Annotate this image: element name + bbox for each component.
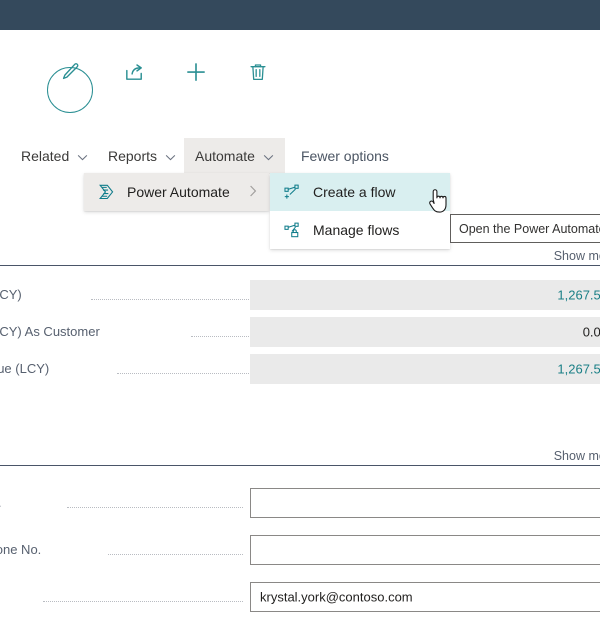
email-input[interactable]: krystal.york@contoso.com: [250, 582, 600, 612]
menu-item-related-label: Related: [21, 148, 70, 164]
fewer-options-button[interactable]: Fewer options: [301, 138, 389, 174]
tooltip-text: Open the Power Automate c: [459, 221, 600, 236]
field-value[interactable]: krystal.york@contoso.com: [260, 590, 413, 605]
trash-icon: [247, 61, 269, 83]
field-mobile-phone-no: bile Phone No.: [0, 533, 600, 570]
pencil-icon: [59, 61, 81, 83]
phone-no-input[interactable]: [250, 488, 600, 518]
label-leader-dots: [117, 372, 269, 374]
create-flow-icon: [284, 184, 304, 200]
field-value[interactable]: 0.00: [583, 325, 600, 340]
field-balance-lcy-as-customer: ance (LCY) As Customer 0.00: [0, 315, 600, 352]
menu-item-related[interactable]: Related: [10, 138, 99, 174]
show-more-row: Show mor: [0, 439, 600, 465]
new-button[interactable]: [172, 48, 220, 96]
field-value[interactable]: 1,267.50: [557, 362, 600, 377]
label-leader-dots: [108, 553, 243, 555]
menu-item-create-a-flow[interactable]: Create a flow: [270, 173, 450, 211]
label-leader-dots: [67, 506, 243, 508]
menu-item-manage-flows-label: Manage flows: [313, 222, 400, 238]
action-toolbar: [0, 30, 600, 113]
menu-item-reports[interactable]: Reports: [97, 138, 187, 174]
field-label: one No.: [0, 495, 2, 510]
menu-item-create-a-flow-label: Create a flow: [313, 184, 396, 200]
balance-section: Show mor ance (LCY) 1,267.50 ance (LCY) …: [0, 239, 600, 389]
fewer-options-label: Fewer options: [301, 148, 389, 164]
field-label: ance (LCY): [0, 287, 22, 302]
field-balance-lcy: ance (LCY) 1,267.50: [0, 278, 600, 315]
share-icon: [123, 61, 146, 84]
edit-button[interactable]: [46, 48, 94, 96]
mobile-phone-no-input[interactable]: [250, 535, 600, 565]
contact-section: Show mor one No. bile Phone No. ail krys…: [0, 439, 600, 617]
field-label: ance Due (LCY): [0, 361, 50, 376]
field-balance-due-lcy: ance Due (LCY) 1,267.50: [0, 352, 600, 389]
field-label: bile Phone No.: [0, 542, 42, 557]
menu-item-reports-label: Reports: [108, 148, 158, 164]
field-value-box[interactable]: 1,267.50: [250, 280, 600, 310]
automate-dropdown-menu: Power Automate: [84, 173, 269, 211]
menu-item-power-automate[interactable]: Power Automate: [84, 173, 269, 211]
field-value[interactable]: 1,267.50: [557, 288, 600, 303]
menu-item-automate-label: Automate: [195, 148, 255, 164]
plus-icon: [183, 59, 209, 85]
tooltip-popup: Open the Power Automate c: [450, 214, 600, 243]
menu-item-automate[interactable]: Automate: [184, 138, 285, 174]
field-email: ail krystal.york@contoso.com: [0, 580, 600, 617]
power-automate-submenu: Create a flow Manage flows: [270, 173, 450, 249]
share-button[interactable]: [110, 48, 158, 96]
chevron-down-icon: [263, 148, 274, 164]
label-leader-dots: [91, 298, 269, 300]
chevron-down-icon: [77, 148, 88, 164]
menu-item-manage-flows[interactable]: Manage flows: [270, 211, 450, 249]
manage-flows-icon: [284, 222, 304, 238]
field-phone-no: one No.: [0, 486, 600, 523]
label-leader-dots: [43, 600, 243, 602]
delete-button[interactable]: [234, 48, 282, 96]
field-label: ance (LCY) As Customer: [0, 324, 100, 339]
show-more-link[interactable]: Show mor: [554, 449, 600, 463]
menu-item-power-automate-label: Power Automate: [127, 184, 230, 200]
ribbon-menu-bar: Related Reports Automate Fewer options: [0, 138, 600, 174]
field-value-box[interactable]: 1,267.50: [250, 354, 600, 384]
field-value-box[interactable]: 0.00: [250, 317, 600, 347]
show-more-link[interactable]: Show mor: [554, 249, 600, 263]
power-automate-icon: [98, 184, 118, 200]
chevron-right-icon: [249, 184, 257, 200]
app-top-bar: [0, 0, 600, 30]
chevron-down-icon: [165, 148, 176, 164]
